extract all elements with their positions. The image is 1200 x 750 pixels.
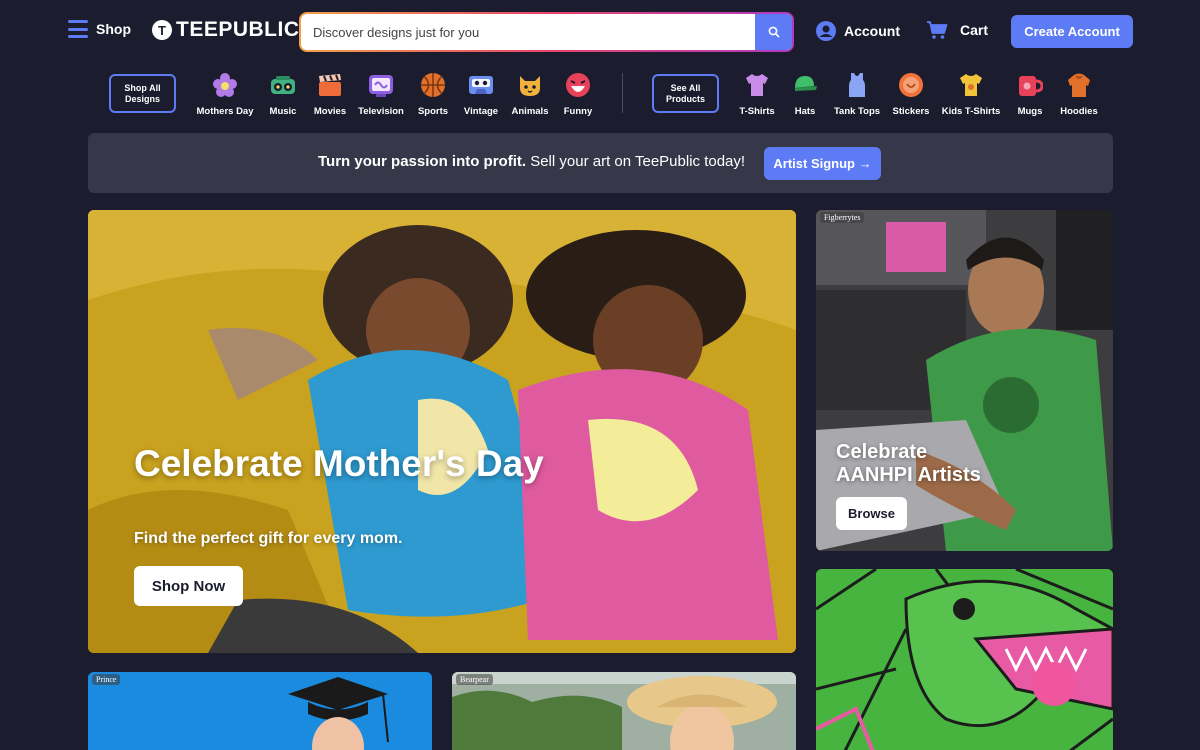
aanhpi-title: Celebrate AANHPI Artists: [836, 441, 981, 486]
header: Shop T TEEPUBLIC Account Cart Create Acc…: [0, 0, 1200, 64]
product-label: Hoodies: [1060, 106, 1098, 117]
mug-icon: [1017, 72, 1043, 98]
browse-button[interactable]: Browse: [836, 497, 907, 530]
laughing-face-icon: [565, 72, 591, 98]
artist-signup-button[interactable]: Artist Signup →: [764, 147, 881, 180]
category-divider: [622, 73, 623, 113]
kids-tshirt-icon: [958, 72, 984, 98]
search-button[interactable]: [755, 14, 792, 50]
promo-text: Turn your passion into profit. Sell your…: [318, 153, 745, 170]
category-bar: Shop All Designs Mothers Day Music Movie…: [0, 68, 1200, 124]
logo-t-icon: T: [152, 20, 172, 40]
hero-subtitle: Find the perfect gift for every mom.: [134, 530, 403, 547]
ball-icon: [420, 72, 446, 98]
search-input[interactable]: [301, 14, 756, 50]
dinosaur-design-card[interactable]: [816, 569, 1113, 750]
see-all-products-button[interactable]: See All Products: [652, 74, 719, 113]
create-account-button[interactable]: Create Account: [1011, 15, 1133, 48]
graduation-design-card[interactable]: Prince: [88, 672, 432, 750]
cart-icon: [927, 21, 948, 39]
artist-tag: Prince: [92, 674, 121, 685]
sun-hat-photo: [452, 672, 796, 750]
account-label: Account: [844, 23, 900, 39]
graduation-photo: [88, 672, 432, 750]
hero-banner[interactable]: Celebrate Mother's Day Find the perfect …: [88, 210, 796, 653]
product-label: Stickers: [892, 106, 930, 117]
category-label: Music: [269, 106, 297, 117]
tank-top-icon: [844, 72, 870, 98]
cassette-icon: [468, 72, 494, 98]
account-link[interactable]: Account: [816, 21, 900, 41]
promo-normal-text: Sell your art on TeePublic today!: [526, 153, 746, 170]
category-label: Sports: [417, 106, 449, 117]
sticker-icon: [898, 72, 924, 98]
cat-icon: [517, 72, 543, 98]
tv-icon: [368, 72, 394, 98]
category-label: Mothers Day: [196, 106, 254, 117]
hoodie-icon: [1066, 72, 1092, 98]
cap-icon: [792, 72, 818, 98]
search-bar: [299, 12, 794, 52]
sun-hat-design-card[interactable]: Bearpear: [452, 672, 796, 750]
boombox-icon: [270, 72, 296, 98]
artist-promo-banner: Turn your passion into profit. Sell your…: [88, 133, 1113, 193]
product-hoodies[interactable]: Hoodies: [1044, 72, 1114, 117]
logo-text: TEEPUBLIC: [176, 18, 300, 41]
dinosaur-artwork: [816, 569, 1113, 750]
account-icon: [816, 21, 836, 41]
category-label: Television: [358, 106, 404, 117]
promo-bold-text: Turn your passion into profit.: [318, 153, 527, 170]
shop-all-designs-button[interactable]: Shop All Designs: [109, 74, 176, 113]
category-funny[interactable]: Funny: [543, 72, 613, 117]
teepublic-logo[interactable]: T TEEPUBLIC: [152, 18, 300, 42]
artist-tag: Figberrytes: [820, 212, 865, 223]
product-label: Mugs: [1017, 106, 1043, 117]
hamburger-icon: [68, 20, 88, 38]
cart-link[interactable]: Cart: [926, 20, 988, 40]
category-label: Vintage: [463, 106, 499, 117]
cart-label: Cart: [960, 22, 989, 38]
product-label: Hats: [794, 106, 816, 117]
tshirt-icon: [744, 72, 770, 98]
shop-menu-label: Shop: [96, 21, 131, 37]
shop-now-button[interactable]: Shop Now: [134, 566, 243, 606]
flower-icon: [212, 72, 238, 98]
artist-tag: Bearpear: [456, 674, 493, 685]
aanhpi-artists-card[interactable]: Figberrytes Celebrate AANHPI Artists Bro…: [816, 210, 1113, 551]
clapperboard-icon: [317, 72, 343, 98]
product-label: Tank Tops: [833, 106, 881, 117]
shop-menu-button[interactable]: Shop: [68, 20, 131, 38]
hero-title: Celebrate Mother's Day: [134, 443, 544, 484]
category-label: Funny: [563, 106, 593, 117]
search-icon: [768, 26, 780, 38]
product-label: Kids T-Shirts: [941, 106, 1001, 117]
category-label: Movies: [313, 106, 347, 117]
